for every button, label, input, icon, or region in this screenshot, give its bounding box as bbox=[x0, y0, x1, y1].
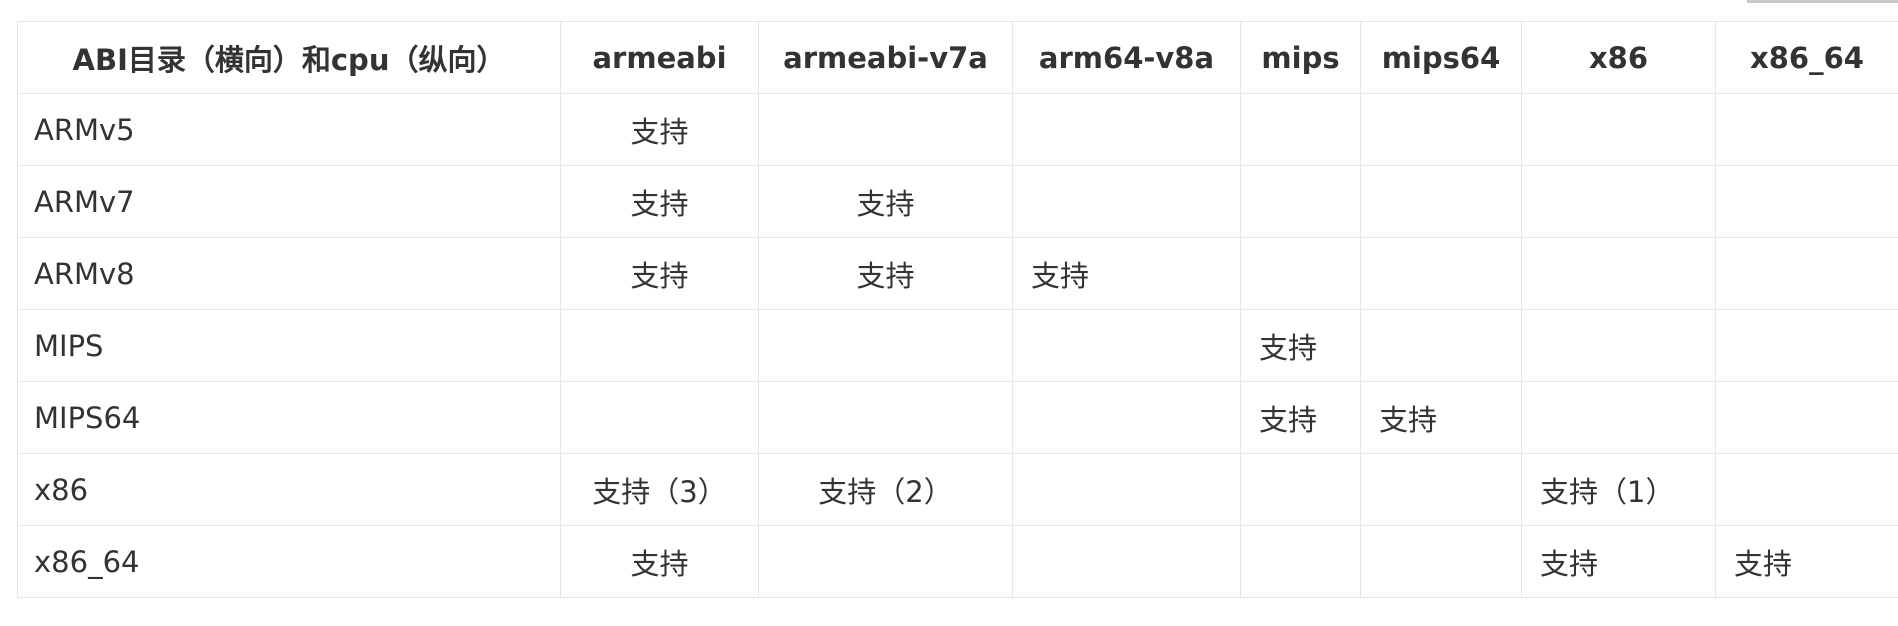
cell-arm64-v8a: 支持 bbox=[1012, 237, 1241, 310]
cell-x86: 支持（1） bbox=[1521, 453, 1716, 526]
header-armeabi: armeabi bbox=[560, 21, 759, 94]
table-row: MIPS64 支持 支持 bbox=[17, 381, 1898, 454]
cell-mips64 bbox=[1360, 525, 1522, 598]
table-row: MIPS 支持 bbox=[17, 309, 1898, 382]
cell-arm64-v8a bbox=[1012, 165, 1241, 238]
row-label-cpu: ARMv5 bbox=[17, 93, 561, 166]
cell-arm64-v8a bbox=[1012, 525, 1241, 598]
header-arm64-v8a: arm64-v8a bbox=[1012, 21, 1241, 94]
cell-arm64-v8a bbox=[1012, 381, 1241, 454]
cell-mips64 bbox=[1360, 453, 1522, 526]
table-row: ARMv5 支持 bbox=[17, 93, 1898, 166]
cell-armeabi-v7a: 支持（2） bbox=[758, 453, 1013, 526]
row-label-cpu: MIPS bbox=[17, 309, 561, 382]
cell-x86-64 bbox=[1715, 165, 1898, 238]
row-label-cpu: x86_64 bbox=[17, 525, 561, 598]
cell-x86: 支持 bbox=[1521, 525, 1716, 598]
cell-mips64 bbox=[1360, 237, 1522, 310]
cell-x86-64 bbox=[1715, 453, 1898, 526]
cell-mips bbox=[1240, 237, 1361, 310]
cell-x86-64 bbox=[1715, 237, 1898, 310]
header-mips64: mips64 bbox=[1360, 21, 1522, 94]
cell-x86 bbox=[1521, 93, 1716, 166]
cell-armeabi-v7a bbox=[758, 525, 1013, 598]
cell-x86-64 bbox=[1715, 309, 1898, 382]
row-label-cpu: MIPS64 bbox=[17, 381, 561, 454]
table-row: ARMv8 支持 支持 支持 bbox=[17, 237, 1898, 310]
header-x86: x86 bbox=[1521, 21, 1716, 94]
cell-mips64 bbox=[1360, 165, 1522, 238]
cell-arm64-v8a bbox=[1012, 453, 1241, 526]
table-header-row: ABI目录（横向）和cpu（纵向） armeabi armeabi-v7a ar… bbox=[17, 21, 1898, 94]
cell-mips64 bbox=[1360, 309, 1522, 382]
cell-armeabi: 支持（3） bbox=[560, 453, 759, 526]
cell-armeabi-v7a bbox=[758, 381, 1013, 454]
top-divider bbox=[1747, 0, 1898, 3]
header-armeabi-v7a: armeabi-v7a bbox=[758, 21, 1013, 94]
cell-armeabi: 支持 bbox=[560, 525, 759, 598]
table-row: x86_64 支持 支持 支持 bbox=[17, 525, 1898, 598]
abi-cpu-support-table: ABI目录（横向）和cpu（纵向） armeabi armeabi-v7a ar… bbox=[17, 21, 1898, 598]
cell-armeabi bbox=[560, 381, 759, 454]
cell-x86 bbox=[1521, 237, 1716, 310]
cell-mips64 bbox=[1360, 93, 1522, 166]
table-row: ARMv7 支持 支持 bbox=[17, 165, 1898, 238]
row-label-cpu: x86 bbox=[17, 453, 561, 526]
cell-x86 bbox=[1521, 165, 1716, 238]
cell-armeabi-v7a bbox=[758, 93, 1013, 166]
header-x86-64: x86_64 bbox=[1715, 21, 1898, 94]
cell-armeabi bbox=[560, 309, 759, 382]
cell-arm64-v8a bbox=[1012, 309, 1241, 382]
cell-mips64: 支持 bbox=[1360, 381, 1522, 454]
cell-armeabi: 支持 bbox=[560, 165, 759, 238]
cell-mips: 支持 bbox=[1240, 309, 1361, 382]
header-abi-cpu: ABI目录（横向）和cpu（纵向） bbox=[17, 21, 561, 94]
cell-mips bbox=[1240, 165, 1361, 238]
cell-mips bbox=[1240, 453, 1361, 526]
cell-arm64-v8a bbox=[1012, 93, 1241, 166]
cell-armeabi: 支持 bbox=[560, 237, 759, 310]
table-row: x86 支持（3） 支持（2） 支持（1） bbox=[17, 453, 1898, 526]
cell-armeabi-v7a: 支持 bbox=[758, 165, 1013, 238]
cell-armeabi-v7a: 支持 bbox=[758, 237, 1013, 310]
header-mips: mips bbox=[1240, 21, 1361, 94]
row-label-cpu: ARMv7 bbox=[17, 165, 561, 238]
cell-x86-64 bbox=[1715, 381, 1898, 454]
cell-armeabi-v7a bbox=[758, 309, 1013, 382]
cell-x86-64: 支持 bbox=[1715, 525, 1898, 598]
cell-x86-64 bbox=[1715, 93, 1898, 166]
cell-mips bbox=[1240, 525, 1361, 598]
row-label-cpu: ARMv8 bbox=[17, 237, 561, 310]
cell-armeabi: 支持 bbox=[560, 93, 759, 166]
cell-x86 bbox=[1521, 309, 1716, 382]
cell-mips bbox=[1240, 93, 1361, 166]
cell-x86 bbox=[1521, 381, 1716, 454]
page: ABI目录（横向）和cpu（纵向） armeabi armeabi-v7a ar… bbox=[0, 0, 1898, 626]
cell-mips: 支持 bbox=[1240, 381, 1361, 454]
